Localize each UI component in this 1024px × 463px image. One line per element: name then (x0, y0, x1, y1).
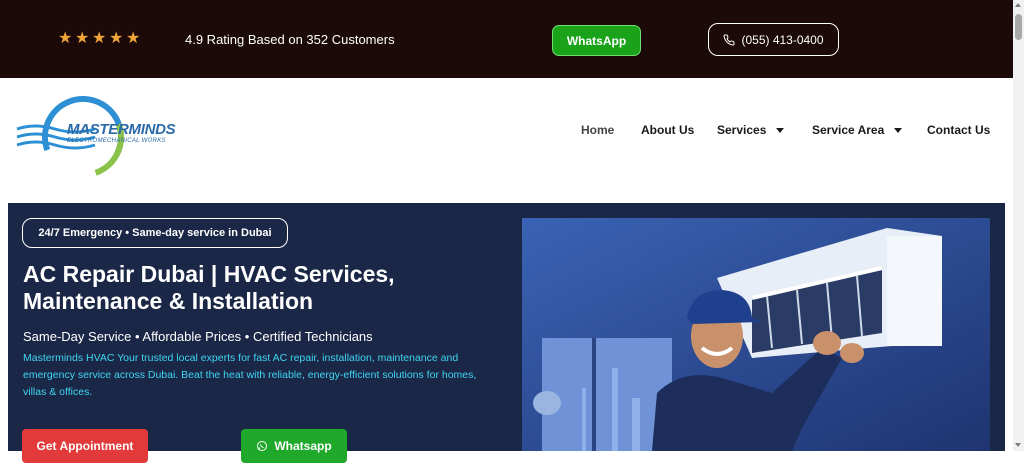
star-icon: ★ (92, 28, 107, 47)
nav-home[interactable]: Home (581, 123, 614, 137)
nav-about-us[interactable]: About Us (641, 123, 694, 137)
star-icon: ★ (109, 28, 124, 47)
phone-button[interactable]: (055) 413-0400 (708, 23, 839, 56)
logo-name: MASTERMINDS (67, 121, 176, 138)
star-icon: ★ (75, 28, 90, 47)
rating-stars: ★ ★ ★ ★ ★ (58, 28, 141, 47)
nav-label: Home (581, 123, 615, 137)
hero-description: Masterminds HVAC Your trusted local expe… (23, 352, 477, 398)
hero-section: 24/7 Emergency • Same-day service in Dub… (8, 203, 1005, 463)
scroll-down-icon[interactable] (1015, 443, 1021, 447)
scroll-up-icon[interactable] (1015, 3, 1021, 7)
nav-contact-us[interactable]: Contact Us (927, 123, 990, 137)
chevron-down-icon (776, 127, 785, 133)
chevron-down-icon (894, 127, 903, 133)
site-header: MASTERMINDS ELECTROMECHANICAL WORKS Home… (0, 78, 1013, 202)
top-bar: ★ ★ ★ ★ ★ 4.9 Rating Based on 352 Custom… (0, 0, 1013, 78)
scroll-thumb[interactable] (1015, 14, 1022, 40)
page-title: AC Repair Dubai | HVAC Services, Mainten… (23, 261, 395, 314)
nav-label: Contact Us (927, 123, 991, 137)
page-scrollbar[interactable] (1013, 0, 1024, 451)
star-icon: ★ (58, 28, 73, 47)
nav-service-area[interactable]: Service Area (812, 123, 903, 137)
nav-label: About Us (641, 123, 695, 137)
emergency-badge: 24/7 Emergency • Same-day service in Dub… (22, 218, 288, 248)
whatsapp-icon (257, 441, 268, 451)
masterminds-logo[interactable]: MASTERMINDS ELECTROMECHANICAL WORKS (15, 93, 185, 181)
logo-tagline: ELECTROMECHANICAL WORKS (67, 138, 166, 144)
whatsapp-top-button[interactable]: WhatsApp (552, 25, 641, 56)
star-icon: ★ (126, 28, 141, 47)
nav-services[interactable]: Services (717, 123, 785, 137)
phone-label: (055) 413-0400 (741, 32, 824, 47)
nav-label: Service Area (812, 123, 885, 137)
phone-icon (724, 33, 735, 45)
rating-text: 4.9 Rating Based on 352 Customers (185, 32, 395, 47)
whatsapp-hero-button[interactable]: Whatsapp (241, 429, 347, 463)
nav-label: Services (717, 123, 767, 137)
technician-photo (522, 218, 990, 451)
get-appointment-button[interactable]: Get Appointment (22, 429, 148, 463)
hero-subtitle: Same-Day Service • Affordable Prices • C… (23, 329, 373, 344)
